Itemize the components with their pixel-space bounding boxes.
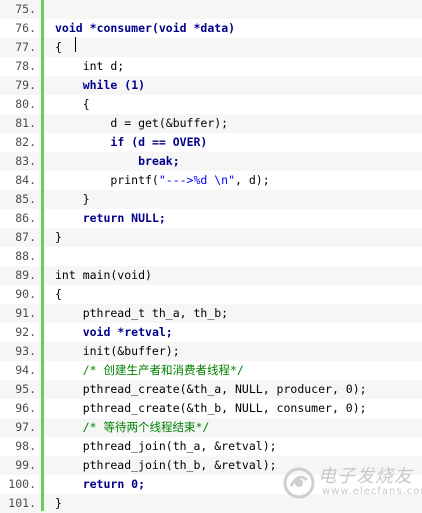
watermark-logo-icon xyxy=(283,467,315,499)
code-text: if (d == OVER) xyxy=(110,135,208,149)
line-number: 86. xyxy=(15,211,36,225)
code-line: 83. break; xyxy=(0,152,422,171)
code-text: while (1) xyxy=(82,78,146,92)
code-line: 95. pthread_create(&th_a, NULL, producer… xyxy=(0,380,422,399)
code-text: pthread_create(&th_a, NULL, producer, 0)… xyxy=(55,382,367,396)
code-line: 80. { xyxy=(0,95,422,114)
code-text: { xyxy=(55,97,90,111)
line-number: 77. xyxy=(15,40,36,54)
code-line: 85. } xyxy=(0,190,422,209)
line-number: 91. xyxy=(15,306,36,320)
line-number: 90. xyxy=(15,287,36,301)
code-line: 77. { xyxy=(0,38,422,57)
line-number: 92. xyxy=(15,325,36,339)
line-number: 93. xyxy=(15,344,36,358)
code-text: pthread_t th_a, th_b; xyxy=(55,306,229,320)
code-line: 89. int main(void) xyxy=(0,266,422,285)
code-line: 87.} xyxy=(0,228,422,247)
code-text: pthread_join(th_b, &retval); xyxy=(55,458,277,472)
line-number: 85. xyxy=(15,192,36,206)
code-viewer: 75. 76. void *consumer(void *data) 77. {78. … xyxy=(0,0,422,513)
code-line: 97. /* 等待两个线程结束*/ xyxy=(0,418,422,437)
watermark-url: www.elecfans.com xyxy=(322,486,422,497)
line-number: 84. xyxy=(15,173,36,187)
code-line: 88. xyxy=(0,247,422,266)
line-number: 88. xyxy=(15,249,36,263)
line-number: 94. xyxy=(15,363,36,377)
code-text: } xyxy=(55,230,62,244)
code-text: { xyxy=(55,40,62,54)
line-number: 83. xyxy=(15,154,36,168)
code-text: init(&buffer); xyxy=(55,344,180,358)
code-text: } xyxy=(55,192,90,206)
code-text: /* 等待两个线程结束*/ xyxy=(82,420,210,434)
code-line: 91. pthread_t th_a, th_b; xyxy=(0,304,422,323)
text-cursor xyxy=(75,37,76,52)
code-text: void *retval; xyxy=(82,325,173,339)
code-text: void *consumer(void *data) xyxy=(55,21,236,35)
line-number: 81. xyxy=(15,116,36,130)
line-number: 100. xyxy=(8,477,36,491)
code-line: 93. init(&buffer); xyxy=(0,342,422,361)
line-number: 97. xyxy=(15,420,36,434)
watermark: 电子发烧友 www.elecfans.com xyxy=(282,462,422,506)
code-line: 94. /* 创建生产者和消费者线程*/ xyxy=(0,361,422,380)
code-text: pthread_join(th_a, &retval); xyxy=(55,439,277,453)
code-text: d = get(&buffer); xyxy=(55,116,229,130)
line-number: 87. xyxy=(15,230,36,244)
code-text: return NULL; xyxy=(82,211,166,225)
line-number: 80. xyxy=(15,97,36,111)
code-line: 96. pthread_create(&th_b, NULL, consumer… xyxy=(0,399,422,418)
line-number: 79. xyxy=(15,78,36,92)
code-text: int d; xyxy=(55,59,125,73)
line-number: 75. xyxy=(15,2,36,16)
code-line: 78. int d; xyxy=(0,57,422,76)
gutter-separator xyxy=(41,0,44,511)
code-line: 81. d = get(&buffer); xyxy=(0,114,422,133)
code-text: /* 创建生产者和消费者线程*/ xyxy=(82,363,244,377)
code-line: 84. printf("--->%d \n", d); xyxy=(0,171,422,190)
line-number: 78. xyxy=(15,59,36,73)
code-line: 92. void *retval; xyxy=(0,323,422,342)
code-line: 90. { xyxy=(0,285,422,304)
line-number: 95. xyxy=(15,382,36,396)
code-line: 82. if (d == OVER) xyxy=(0,133,422,152)
code-text: pthread_create(&th_b, NULL, consumer, 0)… xyxy=(55,401,367,415)
line-number: 82. xyxy=(15,135,36,149)
code-text: } xyxy=(55,496,62,510)
line-number: 99. xyxy=(15,458,36,472)
line-number: 101. xyxy=(8,496,36,510)
code-line: 79. while (1) xyxy=(0,76,422,95)
code-line: 98. pthread_join(th_a, &retval); xyxy=(0,437,422,456)
code-line: 75. xyxy=(0,0,422,19)
code-line: 86. return NULL; xyxy=(0,209,422,228)
line-number: 89. xyxy=(15,268,36,282)
line-number: 98. xyxy=(15,439,36,453)
code-text: { xyxy=(55,287,62,301)
code-line: 76. void *consumer(void *data) xyxy=(0,19,422,38)
code-text: printf("--->%d \n", d); xyxy=(55,173,270,187)
line-number: 96. xyxy=(15,401,36,415)
code-text: return 0; xyxy=(82,477,146,491)
code-text: int main(void) xyxy=(55,268,152,282)
line-number: 76. xyxy=(15,21,36,35)
watermark-text: 电子发烧友 xyxy=(318,466,413,487)
code-text: break; xyxy=(138,154,180,168)
